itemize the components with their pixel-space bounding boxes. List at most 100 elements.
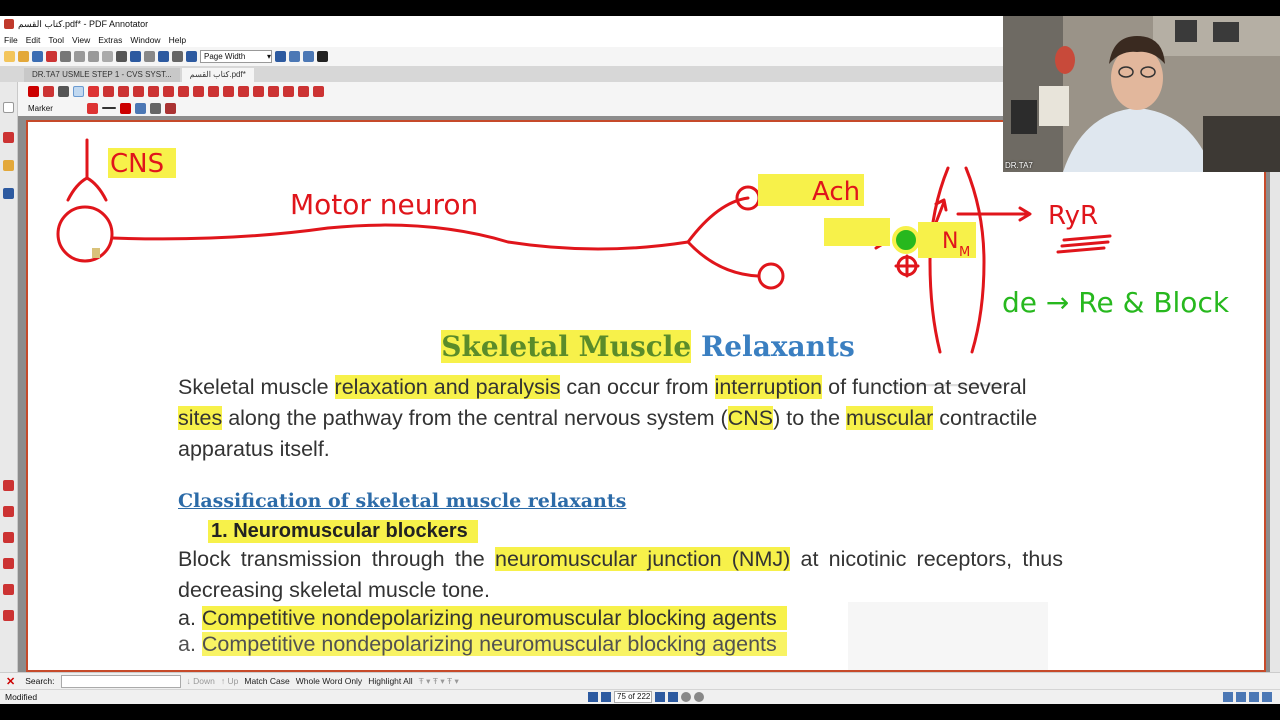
attachment-icon[interactable] [253,85,264,97]
close-doc-icon[interactable] [46,51,57,62]
pen-icon[interactable] [73,85,84,97]
attachments-icon[interactable] [3,188,14,199]
fit-page-icon[interactable] [289,51,300,62]
menu-file[interactable]: File [0,35,22,45]
quick-note-icon[interactable] [3,584,14,595]
color-swatch-icon[interactable] [119,102,131,114]
ink-terminal [757,262,785,290]
arrow-tool-icon[interactable] [178,85,189,97]
polygon-icon[interactable] [223,85,234,97]
search-down-label: Down [193,676,215,686]
menu-help[interactable]: Help [165,35,190,45]
title-bar: كتاب القسم.pdf* - PDF Annotator [0,16,1003,32]
annotation-toolbar [0,82,1003,100]
zoom-select[interactable]: Page Width ▾ [200,50,272,63]
quick-stamp-icon[interactable] [3,558,14,569]
hand-icon[interactable] [43,85,54,97]
save-icon[interactable] [32,51,43,62]
stamp-icon[interactable] [148,85,159,97]
pdf-page[interactable]: ▔▔▔▔▔▔▔▔▔▔ Skeletal Muscle Relaxants Ske… [26,120,1266,672]
menu-extras[interactable]: Extras [94,35,126,45]
search-input[interactable] [60,674,181,688]
smooth-icon[interactable] [134,102,146,114]
view-mode-buttons [1223,692,1272,702]
ink-axon-branch [686,240,760,278]
annotations-panel-icon[interactable] [3,132,14,143]
brush-icon[interactable] [298,85,309,97]
heart-icon[interactable] [313,85,324,97]
line-width-icon[interactable] [101,107,116,109]
fit-width-icon[interactable] [303,51,314,62]
match-case-option[interactable]: Match Case [244,676,289,686]
single-page-view-icon[interactable] [1223,692,1233,702]
close-search-icon[interactable]: ✕ [6,675,15,688]
menu-window[interactable]: Window [126,35,164,45]
two-page-continuous-icon[interactable] [1262,692,1272,702]
pin-icon[interactable] [149,102,161,114]
webcam-label: DR.TA7 [1005,161,1033,170]
menu-edit[interactable]: Edit [22,35,45,45]
page-number-input[interactable]: 75 of 222 [614,691,652,703]
menu-tool[interactable]: Tool [44,35,68,45]
pdf-annotator-window: كتاب القسم.pdf* - PDF Annotator File Edi… [0,16,1280,704]
search-down-button[interactable]: ↓ Down [187,676,215,686]
cursor-marker [92,248,100,258]
back-icon[interactable] [681,692,691,702]
page-setup-icon[interactable] [172,51,183,62]
quick-marker-icon[interactable] [3,532,14,543]
search-up-button[interactable]: ↑ Up [221,676,239,686]
last-page-icon[interactable] [668,692,678,702]
rectangle-icon[interactable] [193,85,204,97]
print-icon[interactable] [60,51,71,62]
first-page-icon[interactable] [588,692,598,702]
marker-color-icon[interactable] [86,102,98,114]
document-area: ▔▔▔▔▔▔▔▔▔▔ Skeletal Muscle Relaxants Ske… [18,116,1280,672]
text-tool-icon[interactable] [133,85,144,97]
favorites-heart-icon[interactable] [3,480,14,491]
next-page-icon[interactable] [655,692,665,702]
redo-icon[interactable] [144,51,155,62]
two-page-view-icon[interactable] [1249,692,1259,702]
undo-icon[interactable] [130,51,141,62]
tab-cvs-system[interactable]: DR.TA7 USMLE STEP 1 - CVS SYST... [24,68,180,82]
delete-icon[interactable] [116,51,127,62]
text-format-icon[interactable]: Ŧ ▾ Ŧ ▾ Ŧ ▾ [419,676,459,687]
open-icon[interactable] [18,51,29,62]
forward-icon[interactable] [694,692,704,702]
quick-pen-icon[interactable] [3,506,14,517]
copy-icon[interactable] [88,51,99,62]
find-icon[interactable] [158,51,169,62]
whole-word-option[interactable]: Whole Word Only [296,676,362,686]
trash-icon[interactable] [164,102,176,114]
marker-icon[interactable] [88,85,99,97]
paste-icon[interactable] [102,51,113,62]
line-icon[interactable] [163,85,174,97]
app-icon [4,19,14,29]
window-title: كتاب القسم.pdf* - PDF Annotator [18,18,149,29]
eraser-icon[interactable] [118,85,129,97]
highlighter-icon[interactable] [103,85,114,97]
menu-view[interactable]: View [68,35,94,45]
page-thumbnails-icon[interactable] [3,102,14,113]
camera-icon[interactable] [268,85,279,97]
ellipse-icon[interactable] [208,85,219,97]
highlight-all-option[interactable]: Highlight All [368,676,412,686]
vertical-scrollbar[interactable] [1270,116,1280,672]
select-arrow-icon[interactable] [28,85,39,97]
prev-page-icon[interactable] [601,692,611,702]
quick-arrow-icon[interactable] [3,610,14,621]
status-bar: Modified 75 of 222 [0,689,1280,704]
bookmarks-icon[interactable] [3,160,14,171]
full-screen-icon[interactable] [317,51,328,62]
zoom-out-icon[interactable] [186,51,197,62]
new-icon[interactable] [4,51,15,62]
search-bar: ✕ Search: ↓ Down ↑ Up Match Case Whole W… [0,672,1280,689]
zoom-value: Page Width [204,52,246,61]
link-icon[interactable] [238,85,249,97]
zoom-in-icon[interactable] [275,51,286,62]
cut-icon[interactable] [74,51,85,62]
tab-current-document[interactable]: كتاب القسم.pdf* [181,68,254,82]
ruler-icon[interactable] [283,85,294,97]
magnifier-icon[interactable] [58,85,69,97]
continuous-view-icon[interactable] [1236,692,1246,702]
